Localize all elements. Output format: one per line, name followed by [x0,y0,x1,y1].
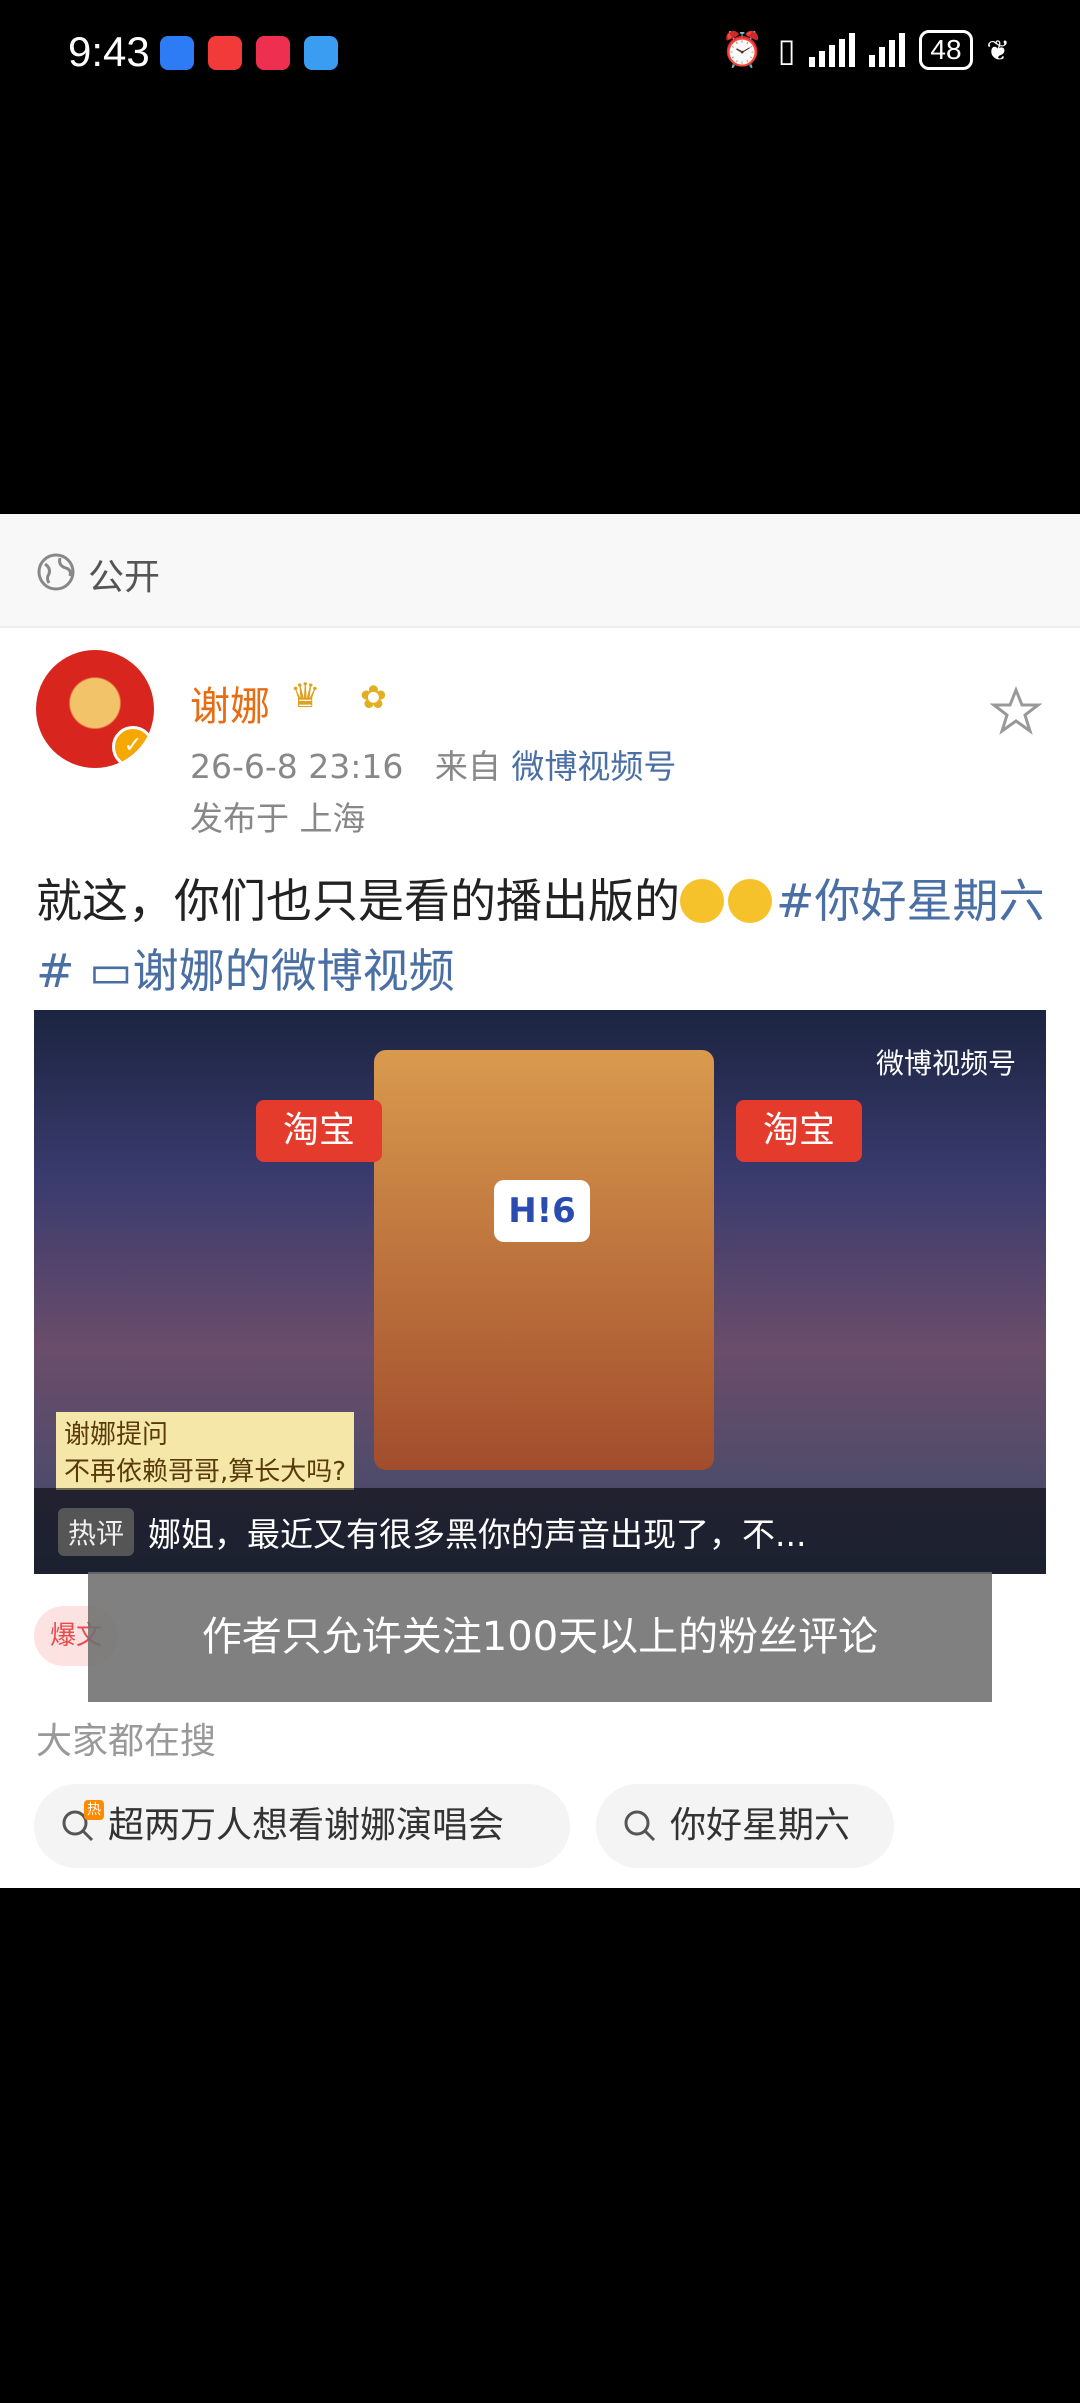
app-notification-icon [160,36,194,70]
search-chip-label: 你好星期六 [670,1805,851,1846]
post-card: 公开 ✓ 谢娜 ♛ ✿ 26-6-8 23:16 来自 微博视频号 发布于 上海… [0,514,1080,1888]
vibrate-icon: ▯ [777,31,796,69]
subtitle-name: 谢娜提问 [64,1420,169,1450]
username[interactable]: 谢娜 [190,674,270,732]
mail-app-icon [208,36,242,70]
clock: 9:43 [68,28,150,75]
hmm-emoji-icon [728,879,772,923]
status-icons: ⏰ ▯ 48 ❦ [721,30,1010,70]
sponsor-sign-left: 淘宝 [256,1100,382,1162]
video-subtitle: 谢娜提问 不再依赖哥哥,算长大吗? [56,1412,355,1490]
hot-comment-text: 娜姐，最近又有很多黑你的声音出现了，不... [148,1515,807,1554]
post-location: 发布于 上海 [190,799,366,838]
avatar[interactable]: ✓ [36,650,154,768]
visibility-row[interactable]: 公开 [0,514,1080,628]
sponsor-sign-right: 淘宝 [736,1100,862,1162]
search-chip-label: 超两万人想看谢娜演唱会 [108,1805,505,1846]
search-chip[interactable]: 热 超两万人想看谢娜演唱会 [34,1784,570,1868]
toast-message: 作者只允许关注100天以上的粉丝评论 [88,1572,992,1702]
battery-indicator: 48 [919,30,973,70]
crown-icon: ♛ [290,676,321,716]
signal-1-icon [809,33,856,67]
visibility-label: 公开 [88,557,161,598]
xiaohongshu-icon [256,36,290,70]
video-watermark: 微博视频号 [875,1047,1016,1080]
source-prefix: 来自 [434,747,501,786]
post-meta: 26-6-8 23:16 来自 微博视频号 [190,740,676,788]
video-link[interactable]: 谢娜的微博视频 [133,944,455,998]
alarm-icon: ⏰ [721,30,764,70]
hot-badge-icon: 热 [84,1800,104,1820]
source-link[interactable]: 微博视频号 [511,747,676,786]
hot-comment-tag: 热评 [58,1508,135,1556]
search-chip[interactable]: 你好星期六 [596,1784,894,1868]
status-bar: 9:43 ⏰ ▯ 48 ❦ [0,0,1080,110]
video-player[interactable]: 淘宝 淘宝 H!6 微博视频号 谢娜提问 不再依赖哥哥,算长大吗? 热评 娜姐，… [34,1010,1046,1574]
stage-backdrop [374,1050,714,1470]
telegram-icon [304,36,338,70]
leaf-icon: ❦ [986,33,1010,67]
post-text: 就这，你们也只是看的播出版的 #你好星期六# ▭谢娜的微博视频 [36,866,1046,1006]
globe-icon [37,553,75,591]
hot-comment-bar[interactable]: 热评 娜姐，最近又有很多黑你的声音出现了，不... [34,1488,1046,1574]
video-camera-icon: ▭ [89,944,133,998]
thinking-emoji-icon [680,879,724,923]
sunflower-icon: ✿ [360,678,387,716]
verified-badge-icon: ✓ [112,726,154,768]
favorite-star-icon[interactable] [990,686,1042,738]
trending-search-title: 大家都在搜 [36,1721,217,1762]
search-icon [624,1810,656,1842]
post-body: 就这，你们也只是看的播出版的 [36,874,680,928]
post-timestamp: 26-6-8 23:16 [190,747,404,786]
signal-2-icon [869,33,906,67]
subtitle-text: 不再依赖哥哥,算长大吗? [64,1457,347,1487]
show-logo: H!6 [494,1180,590,1242]
